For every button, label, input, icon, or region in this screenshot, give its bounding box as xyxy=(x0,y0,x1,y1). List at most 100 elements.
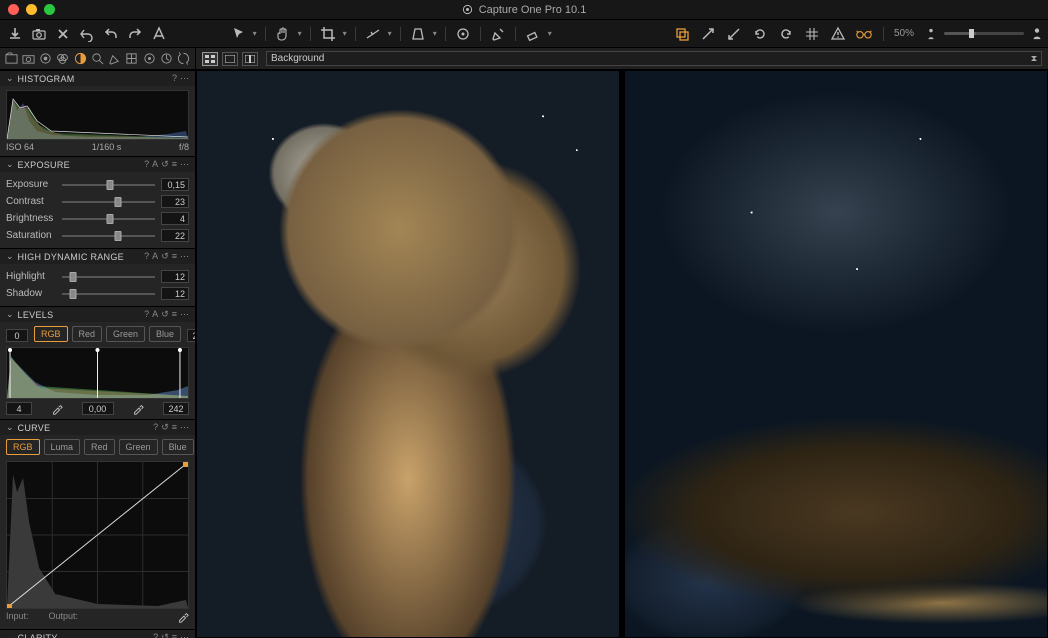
tab-metadata-icon[interactable] xyxy=(142,51,156,67)
curve-tab-luma[interactable]: Luma xyxy=(44,439,81,455)
levels-tab-rgb[interactable]: RGB xyxy=(34,326,68,342)
highlight-value[interactable]: 12 xyxy=(161,270,189,283)
levels-tab-red[interactable]: Red xyxy=(72,326,103,342)
panel-help-icon[interactable]: ? xyxy=(144,309,149,320)
undo-icon[interactable] xyxy=(102,25,120,43)
hand-icon[interactable] xyxy=(274,25,292,43)
white-point-picker-icon[interactable] xyxy=(132,403,144,415)
exposure-header[interactable]: ⌄ EXPOSURE ? A ↺ ≡ ⋯ xyxy=(0,156,195,172)
mask-erase-icon[interactable] xyxy=(524,25,542,43)
panel-menu-icon[interactable]: ⋯ xyxy=(180,422,189,433)
tab-output-icon[interactable] xyxy=(159,51,173,67)
minimize-window-button[interactable] xyxy=(26,4,37,15)
levels-out-high[interactable] xyxy=(163,402,189,415)
tab-details-icon[interactable] xyxy=(90,51,104,67)
panel-preset-icon[interactable]: ≡ xyxy=(172,159,177,170)
contrast-slider[interactable] xyxy=(62,201,155,203)
proof-glasses-icon[interactable] xyxy=(855,25,873,43)
shadow-slider[interactable] xyxy=(62,293,155,295)
grid-icon[interactable] xyxy=(803,25,821,43)
text-icon[interactable] xyxy=(150,25,168,43)
histogram-header[interactable]: ⌄ HISTOGRAM ?⋯ xyxy=(0,70,195,86)
tab-batch-icon[interactable] xyxy=(177,51,191,67)
image-pane-right[interactable] xyxy=(625,71,1047,637)
panel-preset-icon[interactable]: ≡ xyxy=(172,422,177,433)
straighten-icon[interactable] xyxy=(364,25,382,43)
saturation-slider[interactable] xyxy=(62,235,155,237)
levels-tab-green[interactable]: Green xyxy=(106,326,145,342)
shadow-value[interactable]: 12 xyxy=(161,287,189,300)
view-single-icon[interactable] xyxy=(222,52,238,66)
contrast-value[interactable]: 23 xyxy=(161,195,189,208)
image-pane-left[interactable] xyxy=(197,71,619,637)
zoom-slider[interactable] xyxy=(944,32,1024,35)
panel-menu-icon[interactable]: ⋯ xyxy=(180,632,189,638)
levels-out-low[interactable] xyxy=(6,402,32,415)
redo-icon[interactable] xyxy=(126,25,144,43)
black-point-picker-icon[interactable] xyxy=(51,403,63,415)
variant-select[interactable]: Background xyxy=(266,51,1042,66)
keystone-icon[interactable] xyxy=(409,25,427,43)
panel-auto-icon[interactable]: A xyxy=(152,251,158,262)
curve-tab-rgb[interactable]: RGB xyxy=(6,439,40,455)
panel-menu-icon[interactable]: ⋯ xyxy=(180,309,189,320)
tab-lens-icon[interactable] xyxy=(39,51,53,67)
saturation-value[interactable]: 22 xyxy=(161,229,189,242)
rotate-right-icon[interactable] xyxy=(777,25,795,43)
levels-in-high[interactable] xyxy=(187,329,195,342)
panel-help-icon[interactable]: ? xyxy=(144,251,149,262)
panel-menu-icon[interactable]: ⋯ xyxy=(180,73,189,84)
tab-exposure-icon[interactable] xyxy=(73,51,87,67)
close-icon[interactable] xyxy=(54,25,72,43)
panel-preset-icon[interactable]: ≡ xyxy=(172,309,177,320)
panel-help-icon[interactable]: ? xyxy=(144,159,149,170)
undo-alt-icon[interactable] xyxy=(78,25,96,43)
tab-local-icon[interactable] xyxy=(108,51,122,67)
curve-picker-icon[interactable] xyxy=(177,611,189,623)
curve-tab-green[interactable]: Green xyxy=(119,439,158,455)
panel-reset-icon[interactable]: ↺ xyxy=(161,309,169,320)
tab-library-icon[interactable] xyxy=(4,51,18,67)
image-viewer[interactable] xyxy=(196,70,1048,638)
mask-draw-icon[interactable] xyxy=(489,25,507,43)
panel-reset-icon[interactable]: ↺ xyxy=(161,632,169,638)
brightness-value[interactable]: 4 xyxy=(161,212,189,225)
curve-graph[interactable] xyxy=(6,461,189,609)
levels-header[interactable]: ⌄ LEVELS ? A ↺ ≡ ⋯ xyxy=(0,306,195,322)
curve-tab-blue[interactable]: Blue xyxy=(162,439,194,455)
curve-tab-red[interactable]: Red xyxy=(84,439,115,455)
levels-out-mid[interactable] xyxy=(82,402,114,415)
exposure-slider[interactable] xyxy=(62,184,155,186)
view-split-icon[interactable] xyxy=(242,52,258,66)
view-grid-icon[interactable] xyxy=(202,52,218,66)
panel-menu-icon[interactable]: ⋯ xyxy=(180,159,189,170)
panel-reset-icon[interactable]: ↺ xyxy=(161,251,169,262)
panel-help-icon[interactable]: ? xyxy=(153,422,158,433)
levels-graph[interactable] xyxy=(6,347,189,399)
tab-adjustments-icon[interactable] xyxy=(125,51,139,67)
copy-adjustments-icon[interactable] xyxy=(673,25,691,43)
panel-reset-icon[interactable]: ↺ xyxy=(161,159,169,170)
panel-help-icon[interactable]: ? xyxy=(153,632,158,638)
curve-header[interactable]: ⌄ CURVE ? ↺ ≡ ⋯ xyxy=(0,419,195,435)
tab-color-icon[interactable] xyxy=(56,51,70,67)
clarity-header[interactable]: ⌄ CLARITY ? ↺ ≡ ⋯ xyxy=(0,629,195,638)
camera-icon[interactable] xyxy=(30,25,48,43)
panel-auto-icon[interactable]: A xyxy=(152,159,158,170)
apply-up-icon[interactable] xyxy=(699,25,717,43)
highlight-slider[interactable] xyxy=(62,276,155,278)
rotate-left-icon[interactable] xyxy=(751,25,769,43)
brightness-slider[interactable] xyxy=(62,218,155,220)
levels-in-low[interactable] xyxy=(6,329,28,342)
fit-person-left-icon[interactable] xyxy=(926,28,936,40)
panel-reset-icon[interactable]: ↺ xyxy=(161,422,169,433)
crop-icon[interactable] xyxy=(319,25,337,43)
close-window-button[interactable] xyxy=(8,4,19,15)
panel-preset-icon[interactable]: ≡ xyxy=(172,251,177,262)
levels-tab-blue[interactable]: Blue xyxy=(149,326,181,342)
hdr-header[interactable]: ⌄ HIGH DYNAMIC RANGE ? A ↺ ≡ ⋯ xyxy=(0,248,195,264)
import-icon[interactable] xyxy=(6,25,24,43)
spot-icon[interactable] xyxy=(454,25,472,43)
apply-down-icon[interactable] xyxy=(725,25,743,43)
panel-help-icon[interactable]: ? xyxy=(172,73,177,84)
